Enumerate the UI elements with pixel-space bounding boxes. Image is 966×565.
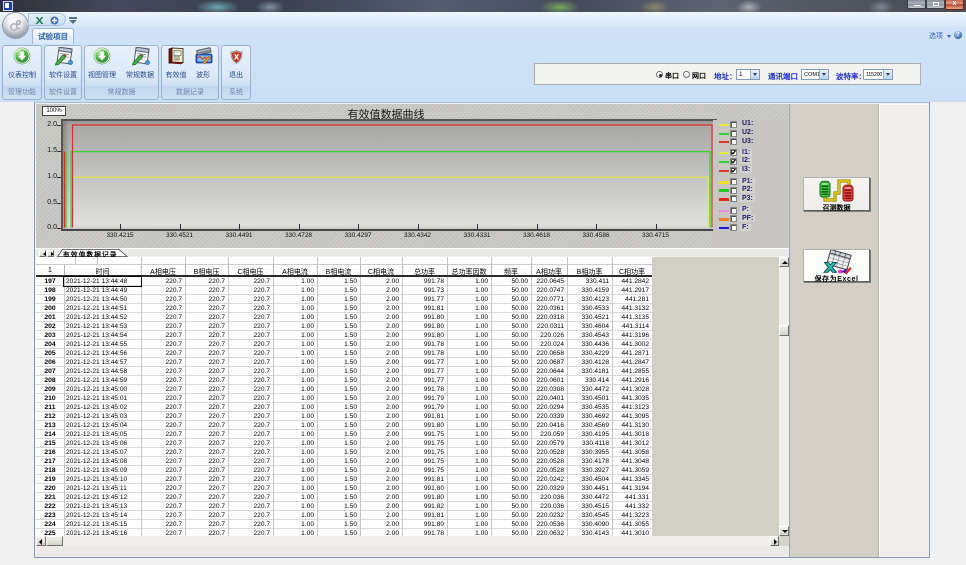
- svg-text:501: 501: [175, 57, 180, 61]
